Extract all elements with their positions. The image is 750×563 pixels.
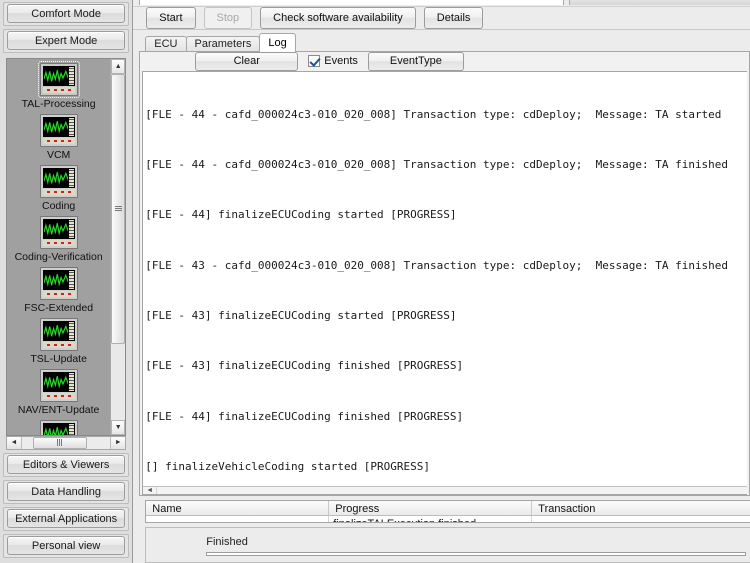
eventtype-button[interactable]: EventType <box>367 51 464 71</box>
icon-item-label: Coding-Verification <box>14 251 103 263</box>
icon-item-vcm[interactable]: VCM <box>7 114 110 161</box>
icon-item-nav-ent-update[interactable]: NAV/ENT-Update <box>7 369 110 416</box>
top-field-1[interactable] <box>139 0 565 5</box>
icon-item-label: TSL-Update <box>30 353 87 365</box>
main-panel: Start Stop Check software availability D… <box>133 0 750 563</box>
tab-log[interactable]: Log <box>259 32 296 52</box>
scroll-left-arrow-icon[interactable]: ◄ <box>7 436 22 449</box>
scroll-down-arrow-icon[interactable]: ▼ <box>111 419 126 435</box>
log-output-box[interactable]: [FLE - 44 - cafd_000024c3-010_020_008] T… <box>142 70 747 495</box>
events-checkbox-label: Events <box>324 55 358 68</box>
editors-viewers-button[interactable]: Editors & Viewers <box>7 455 126 474</box>
checkbox-checked-icon[interactable] <box>308 55 321 68</box>
monitor-waveform-icon <box>39 114 78 147</box>
log-scroll-left-arrow-icon[interactable]: ◄ <box>143 486 158 494</box>
table-header-name: Name <box>146 500 330 515</box>
monitor-waveform-icon <box>39 369 78 402</box>
progress-status-label: Finished <box>206 535 248 548</box>
icon-item-tal-processing[interactable]: TAL-Processing <box>7 61 110 110</box>
tab-container: ECU Parameters Log Clear Events EventTyp… <box>133 29 750 563</box>
sidebar-vertical-scrollbar[interactable]: ▲ ▼ <box>110 59 126 435</box>
monitor-waveform-icon <box>39 267 78 300</box>
scroll-track-h[interactable] <box>22 436 111 449</box>
comfort-mode-button[interactable]: Comfort Mode <box>7 4 126 23</box>
top-field-strip <box>133 0 750 7</box>
top-field-2[interactable] <box>569 0 750 5</box>
scroll-thumb[interactable] <box>111 74 126 344</box>
data-handling-wrap: Data Handling <box>3 480 130 504</box>
scroll-track[interactable] <box>111 74 126 420</box>
data-handling-button[interactable]: Data Handling <box>7 482 126 501</box>
stop-button[interactable]: Stop <box>203 6 253 29</box>
tab-strip: ECU Parameters Log <box>139 32 750 52</box>
expert-mode-wrap: Expert Mode <box>3 29 130 53</box>
tab-parameters[interactable]: Parameters <box>185 35 261 52</box>
monitor-waveform-icon <box>39 318 78 351</box>
log-scroll-track[interactable] <box>157 486 747 494</box>
comfort-mode-wrap: Comfort Mode <box>3 2 130 26</box>
scroll-right-arrow-icon[interactable]: ► <box>110 436 126 449</box>
external-applications-button[interactable]: External Applications <box>7 509 126 528</box>
monitor-waveform-icon <box>37 61 80 98</box>
expert-mode-button[interactable]: Expert Mode <box>7 31 126 50</box>
table-cell-progress: finalizeTALExecution finished <box>329 515 533 522</box>
icon-item-label: NAV/ENT-Update <box>17 404 100 416</box>
log-line: [FLE - 43] finalizeECUCoding finished [P… <box>145 359 464 373</box>
left-sidebar: Comfort Mode Expert Mode TAL-Processing … <box>0 0 134 563</box>
icon-item-coding-verification[interactable]: Coding-Verification <box>7 216 110 263</box>
icon-item-label: TAL-Processing <box>21 98 96 110</box>
table-row[interactable]: finalizeTALExecution finished <box>146 515 750 522</box>
progress-bar <box>206 551 746 556</box>
log-text-area[interactable]: [FLE - 44 - cafd_000024c3-010_020_008] T… <box>143 72 747 486</box>
icon-item-tsl-update[interactable]: TSL-Update <box>7 318 110 365</box>
icon-item-label: FSC-Extended <box>24 302 94 314</box>
grip-icon <box>114 206 122 212</box>
monitor-waveform-icon <box>39 165 78 198</box>
action-toolbar: Start Stop Check software availability D… <box>133 6 750 30</box>
clear-button[interactable]: Clear <box>195 51 299 71</box>
external-applications-wrap: External Applications <box>3 507 130 531</box>
scroll-thumb-h[interactable] <box>32 436 88 449</box>
monitor-waveform-icon <box>39 216 78 249</box>
grip-icon <box>57 439 63 447</box>
personal-view-wrap: Personal view <box>3 534 130 558</box>
log-line: [FLE - 43] finalizeECUCoding started [PR… <box>145 309 457 323</box>
log-line: [FLE - 44] finalizeECUCoding started [PR… <box>145 208 457 222</box>
log-horizontal-scrollbar[interactable]: ◄ <box>143 485 747 494</box>
table-header-row: Name Progress Transaction <box>146 500 750 516</box>
progress-panel: Finished Remaining Time: 0s <box>145 526 750 563</box>
sidebar-horizontal-scrollbar[interactable]: ◄ ► <box>6 435 127 450</box>
function-icon-list-inner: TAL-Processing VCM Coding Coding-Verific… <box>7 59 110 435</box>
icon-item-fsc-extended[interactable]: FSC-Extended <box>7 267 110 314</box>
start-button[interactable]: Start <box>146 6 196 29</box>
application-window: Comfort Mode Expert Mode TAL-Processing … <box>0 0 750 563</box>
icon-item-label: Coding <box>41 200 76 212</box>
editors-viewers-wrap: Editors & Viewers <box>3 453 130 477</box>
tab-ecu[interactable]: ECU <box>145 35 187 52</box>
table-cell-name <box>146 515 330 522</box>
log-line: [FLE - 44] finalizeECUCoding finished [P… <box>145 409 464 423</box>
personal-view-button[interactable]: Personal view <box>7 536 126 555</box>
log-controls: Clear Events EventType <box>140 51 749 71</box>
icon-item-coding[interactable]: Coding <box>7 165 110 212</box>
check-software-availability-button[interactable]: Check software availability <box>260 6 416 29</box>
function-icon-list: TAL-Processing VCM Coding Coding-Verific… <box>6 58 127 436</box>
transaction-table: Name Progress Transaction finalizeTALExe… <box>145 499 750 523</box>
events-checkbox[interactable]: Events <box>308 55 358 68</box>
scroll-up-arrow-icon[interactable]: ▲ <box>111 59 126 74</box>
table-header-transaction: Transaction <box>538 502 596 515</box>
log-line: [FLE - 43 - cafd_000024c3-010_020_008] T… <box>145 258 729 272</box>
log-line: [FLE - 44 - cafd_000024c3-010_020_008] T… <box>145 157 729 171</box>
details-button[interactable]: Details <box>423 6 484 29</box>
log-line: [FLE - 44 - cafd_000024c3-010_020_008] T… <box>145 107 722 121</box>
icon-item-partial[interactable] <box>7 420 110 435</box>
log-tab-panel: Clear Events EventType [FLE - 44 - cafd_… <box>139 50 750 496</box>
icon-item-label: VCM <box>46 149 71 161</box>
table-cell-transaction <box>532 516 750 522</box>
monitor-waveform-icon <box>39 420 78 435</box>
table-header-progress: Progress <box>329 500 533 515</box>
log-line: [] finalizeVehicleCoding started [PROGRE… <box>145 460 431 474</box>
